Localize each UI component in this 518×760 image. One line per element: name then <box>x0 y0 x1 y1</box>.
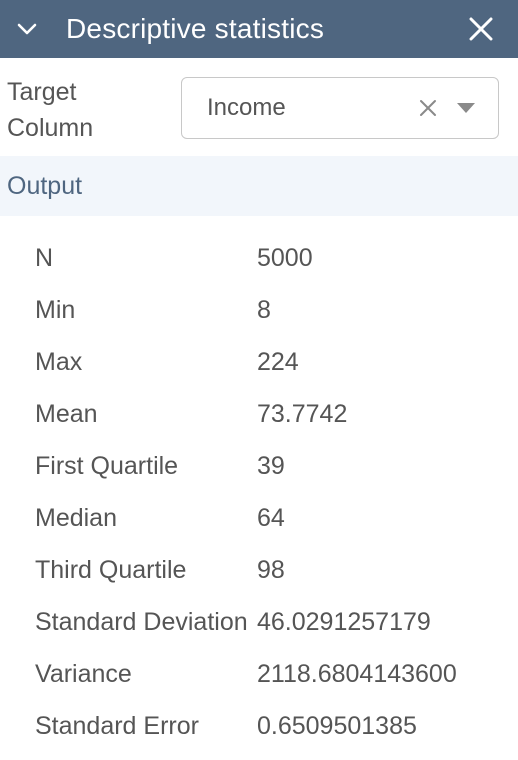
stat-value: 224 <box>257 347 299 376</box>
clear-selection-button[interactable] <box>416 96 440 120</box>
stat-value: 0.6509501385 <box>257 711 417 740</box>
stat-row: First Quartile 39 <box>0 440 518 492</box>
close-icon <box>469 17 493 41</box>
target-column-select[interactable]: Income <box>181 77 499 139</box>
target-label-line1: Target <box>7 78 77 106</box>
stat-name: Variance <box>35 659 132 688</box>
stat-row: Third Quartile 98 <box>0 544 518 596</box>
stat-name: Standard Error <box>35 711 199 740</box>
panel-title: Descriptive statistics <box>66 13 325 44</box>
descriptive-statistics-panel: Descriptive statistics Target Column Inc… <box>0 0 518 760</box>
panel-header: Descriptive statistics <box>0 0 518 58</box>
stats-list: N 5000 Min 8 Max 224 Mean 73.7742 First Quartile… <box>0 232 518 752</box>
close-button[interactable] <box>464 12 498 46</box>
target-column-row: Target Column Income <box>0 58 518 156</box>
stat-row: Median 64 <box>0 492 518 544</box>
stat-value: 73.7742 <box>257 399 348 428</box>
stat-value: 64 <box>257 503 285 532</box>
stat-value: 46.0291257179 <box>257 607 431 636</box>
stat-row: Variance 2118.6804143600 <box>0 648 518 700</box>
stat-name: Third Quartile <box>35 555 187 584</box>
collapse-button[interactable] <box>0 0 54 58</box>
stat-value: 39 <box>257 451 285 480</box>
stat-name: Mean <box>35 399 98 428</box>
target-label-line2: Column <box>7 114 94 142</box>
stat-value: 8 <box>257 295 271 324</box>
stat-row: Max 224 <box>0 336 518 388</box>
target-column-value: Income <box>207 94 286 121</box>
stat-row: N 5000 <box>0 232 518 284</box>
stat-row: Standard Deviation 46.0291257179 <box>0 596 518 648</box>
stat-row: Standard Error 0.6509501385 <box>0 700 518 752</box>
stat-value: 2118.6804143600 <box>257 659 457 688</box>
stat-name: N <box>35 243 54 272</box>
dropdown-toggle[interactable] <box>454 96 478 120</box>
stat-name: First Quartile <box>35 451 179 480</box>
chevron-down-icon <box>17 23 37 35</box>
target-column-label: Target Column <box>7 74 93 146</box>
stat-row: Mean 73.7742 <box>0 388 518 440</box>
stat-name: Max <box>35 347 83 376</box>
stat-name: Min <box>35 295 76 324</box>
caret-down-icon <box>457 103 475 113</box>
stat-name: Standard Deviation <box>35 607 248 636</box>
output-section-header: Output <box>0 156 518 216</box>
stat-row: Min 8 <box>0 284 518 336</box>
stat-value: 98 <box>257 555 285 584</box>
stat-value: 5000 <box>257 243 313 272</box>
output-title: Output <box>7 171 83 200</box>
clear-icon <box>420 100 436 116</box>
stat-name: Median <box>35 503 117 532</box>
